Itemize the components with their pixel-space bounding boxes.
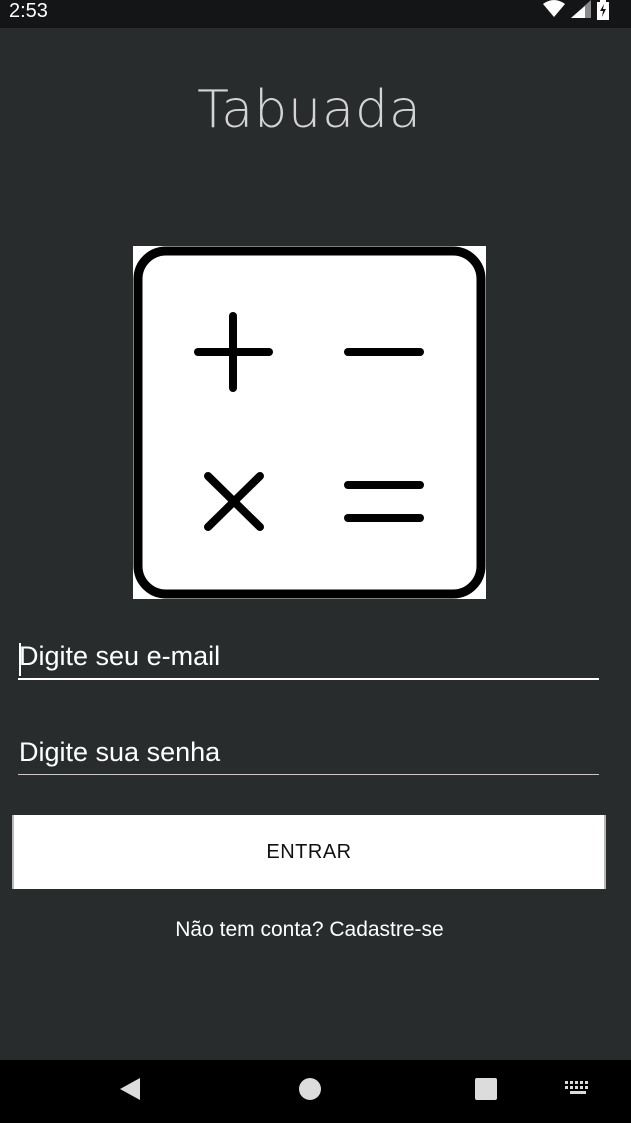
wifi-icon [543, 0, 565, 23]
recents-button[interactable] [464, 1060, 508, 1123]
battery-charging-icon [597, 0, 609, 25]
app-title: Tabuada [197, 80, 422, 140]
recents-icon [475, 1078, 497, 1105]
text-cursor [19, 643, 21, 676]
login-screen: 2:53 Tabuada Digite seu e-mail ENTRAR Nã… [0, 0, 631, 1123]
keyboard-icon [565, 1081, 591, 1102]
password-field-container [18, 737, 599, 775]
back-icon [119, 1077, 141, 1106]
status-bar: 2:53 [0, 0, 631, 28]
status-time: 2:53 [9, 0, 48, 22]
password-input[interactable] [18, 737, 599, 774]
email-field-container [18, 641, 599, 680]
signal-icon [571, 0, 591, 23]
home-button[interactable] [288, 1060, 332, 1123]
navigation-bar [0, 1060, 631, 1123]
back-button[interactable] [108, 1060, 152, 1123]
signup-link[interactable]: Não tem conta? Cadastre-se [0, 918, 619, 942]
password-underline [18, 774, 599, 775]
email-underline [18, 678, 599, 680]
home-icon [298, 1077, 322, 1106]
enter-button[interactable]: ENTRAR [12, 815, 606, 889]
status-icons [543, 0, 609, 20]
keyboard-switch-button[interactable] [558, 1060, 598, 1123]
email-input[interactable] [18, 641, 599, 678]
calculator-operations-icon [133, 246, 486, 599]
